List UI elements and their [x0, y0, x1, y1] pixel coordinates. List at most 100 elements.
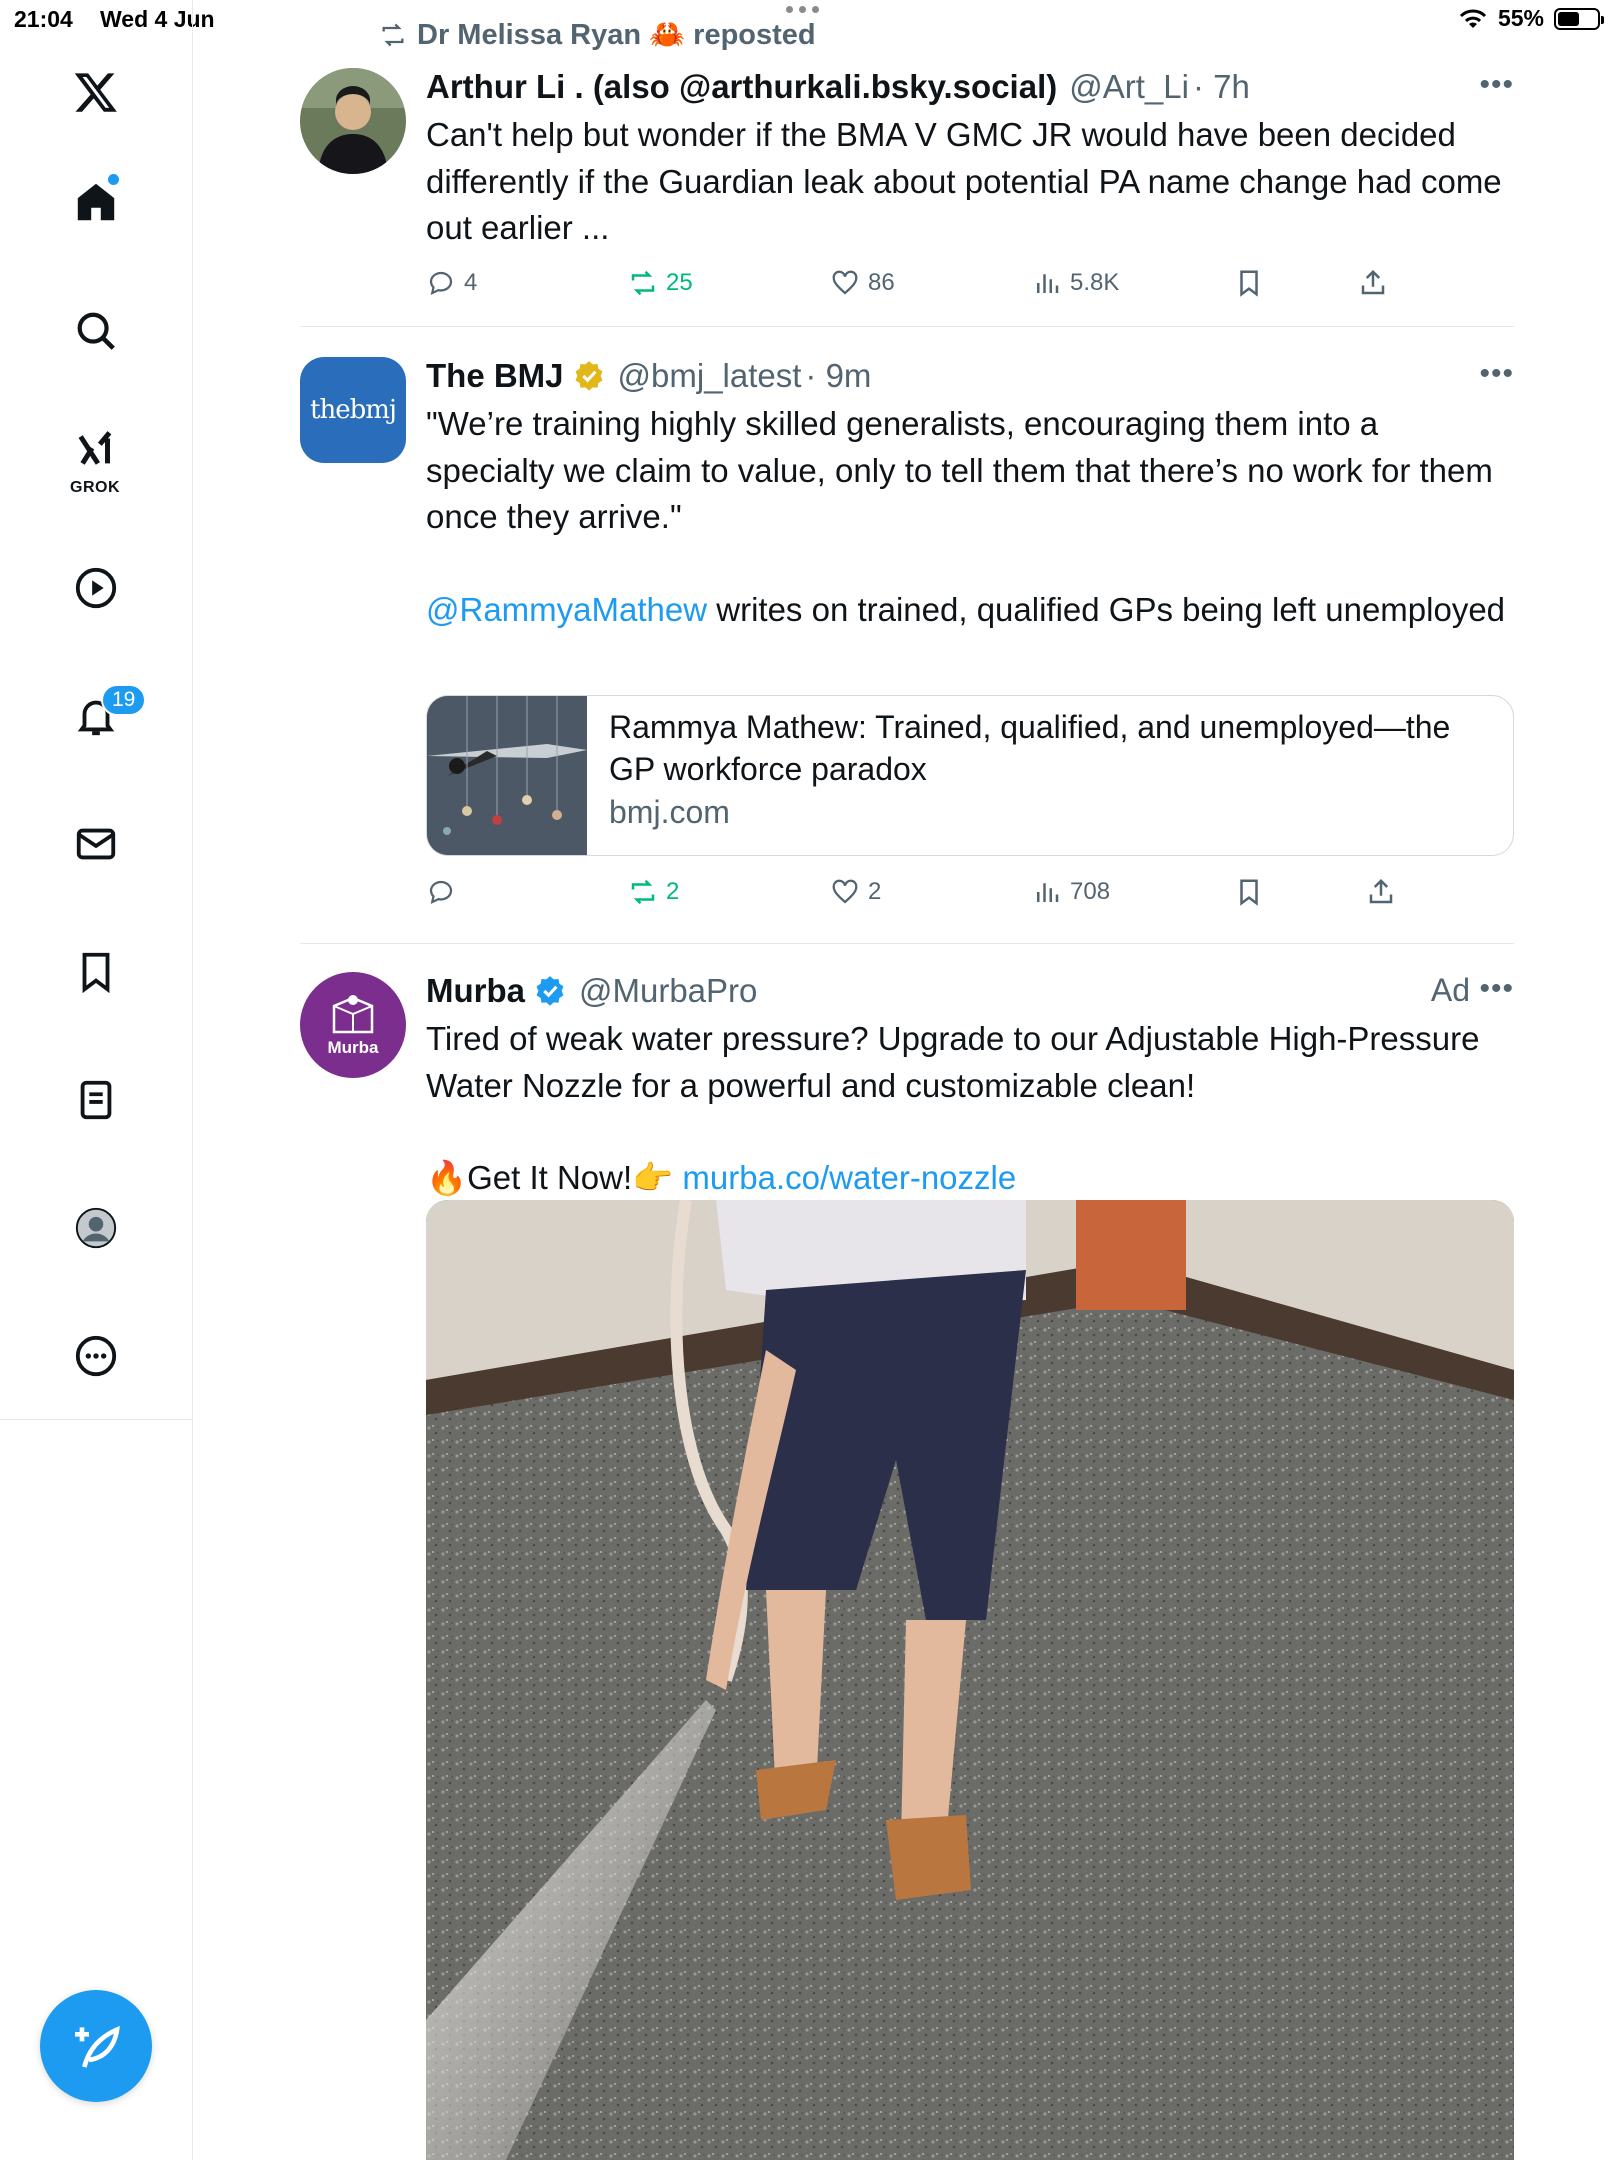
more-options-icon[interactable]: [66, 1326, 126, 1386]
tweet-header: The BMJ @bmj_latest · 9m: [426, 357, 871, 395]
tweet-text: Can't help but wonder if the BMA V GMC J…: [426, 116, 1502, 246]
pointing-emoji: 👉: [632, 1159, 674, 1196]
verified-blue-icon: [533, 974, 567, 1008]
more-options-icon[interactable]: •••: [1479, 972, 1514, 1006]
murba-box-icon: [332, 995, 374, 1034]
post-time[interactable]: · 7h: [1193, 68, 1250, 106]
ad-link[interactable]: murba.co/water-nozzle: [682, 1159, 1016, 1196]
card-title: Rammya Mathew: Trained, qualified, and u…: [609, 709, 1451, 787]
quote-text: "We’re training highly skilled generalis…: [426, 405, 1493, 535]
more-options-icon[interactable]: •••: [1479, 357, 1514, 391]
cta-text: Get It Now!: [467, 1159, 633, 1196]
sidebar: GROK 19: [0, 0, 193, 2160]
search-icon[interactable]: [66, 301, 126, 361]
repost-icon: [631, 879, 655, 905]
repost-icon: [382, 23, 404, 47]
like-button[interactable]: 2: [830, 877, 881, 907]
tweet-separator: [300, 326, 1514, 327]
bookmark-icon: [1240, 270, 1258, 297]
tweet-text: "We’re training highly skilled generalis…: [426, 401, 1514, 633]
avatar[interactable]: Murba: [300, 972, 406, 1078]
battery-percent: 55%: [1497, 5, 1544, 31]
post-time[interactable]: · 9m: [805, 357, 871, 395]
card-domain: bmj.com: [609, 794, 730, 830]
author-name[interactable]: Murba: [426, 972, 525, 1010]
author-handle[interactable]: @Art_Li: [1069, 68, 1189, 106]
murba-logo-text: Murba: [327, 1038, 379, 1057]
tweet-separator: [300, 943, 1514, 944]
author-name[interactable]: Arthur Li . (also @arthurkali.bsky.socia…: [426, 68, 1057, 106]
link-card[interactable]: Rammya Mathew: Trained, qualified, and u…: [426, 695, 1514, 856]
tweet-actions: 4 25 86 5.8K: [426, 268, 1514, 308]
reply-icon: [429, 271, 453, 295]
like-count: 86: [868, 269, 895, 296]
wifi-icon: [1459, 9, 1487, 28]
views-chart-icon: [1037, 883, 1059, 902]
repost-icon: [631, 270, 655, 296]
repost-button[interactable]: 25: [628, 268, 693, 298]
author-handle[interactable]: @bmj_latest: [618, 357, 802, 395]
multitask-dots[interactable]: [786, 6, 819, 13]
share-button[interactable]: [1358, 268, 1388, 298]
bookmark-icon: [1240, 879, 1258, 906]
messages-envelope-icon[interactable]: [66, 814, 126, 874]
bookmark-button[interactable]: [1234, 877, 1264, 907]
more-options-icon[interactable]: •••: [1479, 68, 1514, 102]
tweet-text-secondary: @RammyaMathew writes on trained, qualifi…: [426, 587, 1514, 634]
repost-count: 2: [666, 878, 680, 905]
heart-icon: [832, 270, 858, 295]
like-count: 2: [868, 878, 882, 905]
tweet-text: Tired of weak water pressure? Upgrade to…: [426, 1016, 1514, 1202]
video-play-icon[interactable]: [66, 558, 126, 618]
views-button[interactable]: 5.8K: [1032, 268, 1119, 298]
avatar[interactable]: [300, 68, 406, 174]
repost-emoji: 🦀: [649, 19, 686, 51]
fire-emoji: 🔥: [426, 1159, 468, 1196]
share-button[interactable]: [1366, 877, 1396, 907]
tweet-header: Arthur Li . (also @arthurkali.bsky.socia…: [426, 68, 1250, 106]
home-unread-dot: [108, 174, 119, 185]
reply-button[interactable]: 4: [426, 268, 477, 298]
compose-post-button[interactable]: [40, 1990, 152, 2102]
share-icon: [1361, 269, 1385, 295]
ad-label: Ad: [1430, 972, 1470, 1008]
tweet-header: Murba @MurbaPro: [426, 972, 757, 1010]
tweet-text-after-mention: writes on trained, qualified GPs being l…: [707, 590, 1506, 628]
grok-label: GROK: [70, 479, 120, 496]
lists-icon[interactable]: [66, 1070, 126, 1130]
compose-feather-icon: [75, 2025, 120, 2068]
ad-text: Tired of weak water pressure? Upgrade to…: [426, 1020, 1480, 1104]
verified-gold-icon: [572, 359, 606, 393]
cta-line: 🔥Get It Now!👉 murba.co/water-nozzle: [426, 1155, 1514, 1202]
tweet-actions: 2 2 708: [426, 877, 1514, 917]
mention-link[interactable]: @RammyaMathew: [426, 591, 707, 628]
like-button[interactable]: 86: [830, 268, 895, 298]
heart-icon: [832, 879, 858, 904]
repost-button[interactable]: 2: [628, 877, 679, 907]
bookmarks-icon[interactable]: [66, 942, 126, 1002]
sidebar-divider: [0, 1419, 193, 1420]
views-count: 708: [1070, 878, 1111, 905]
ad-video-media[interactable]: [426, 1200, 1514, 2160]
reply-icon: [429, 880, 453, 904]
notifications-badge: 19: [101, 684, 147, 716]
author-name[interactable]: The BMJ: [426, 357, 564, 395]
bmj-logo-text: thebmj: [310, 395, 397, 425]
card-thumbnail: [427, 696, 587, 855]
x-logo-icon[interactable]: [66, 62, 126, 122]
battery-icon: [1554, 7, 1604, 30]
repost-context[interactable]: Dr Melissa Ryan 🦀 reposted: [377, 18, 816, 52]
bookmark-button[interactable]: [1234, 268, 1264, 298]
grok-icon[interactable]: [66, 420, 126, 480]
repost-user: Dr Melissa Ryan: [417, 18, 642, 51]
repost-action: reposted: [693, 18, 816, 51]
avatar[interactable]: thebmj: [300, 357, 406, 463]
reply-button[interactable]: [426, 877, 464, 907]
views-count: 5.8K: [1070, 269, 1120, 296]
repost-count: 25: [666, 269, 693, 296]
views-button[interactable]: 708: [1032, 877, 1110, 907]
profile-avatar-icon[interactable]: [66, 1198, 126, 1258]
share-icon: [1369, 878, 1393, 904]
views-chart-icon: [1037, 274, 1059, 293]
author-handle[interactable]: @MurbaPro: [579, 972, 757, 1010]
